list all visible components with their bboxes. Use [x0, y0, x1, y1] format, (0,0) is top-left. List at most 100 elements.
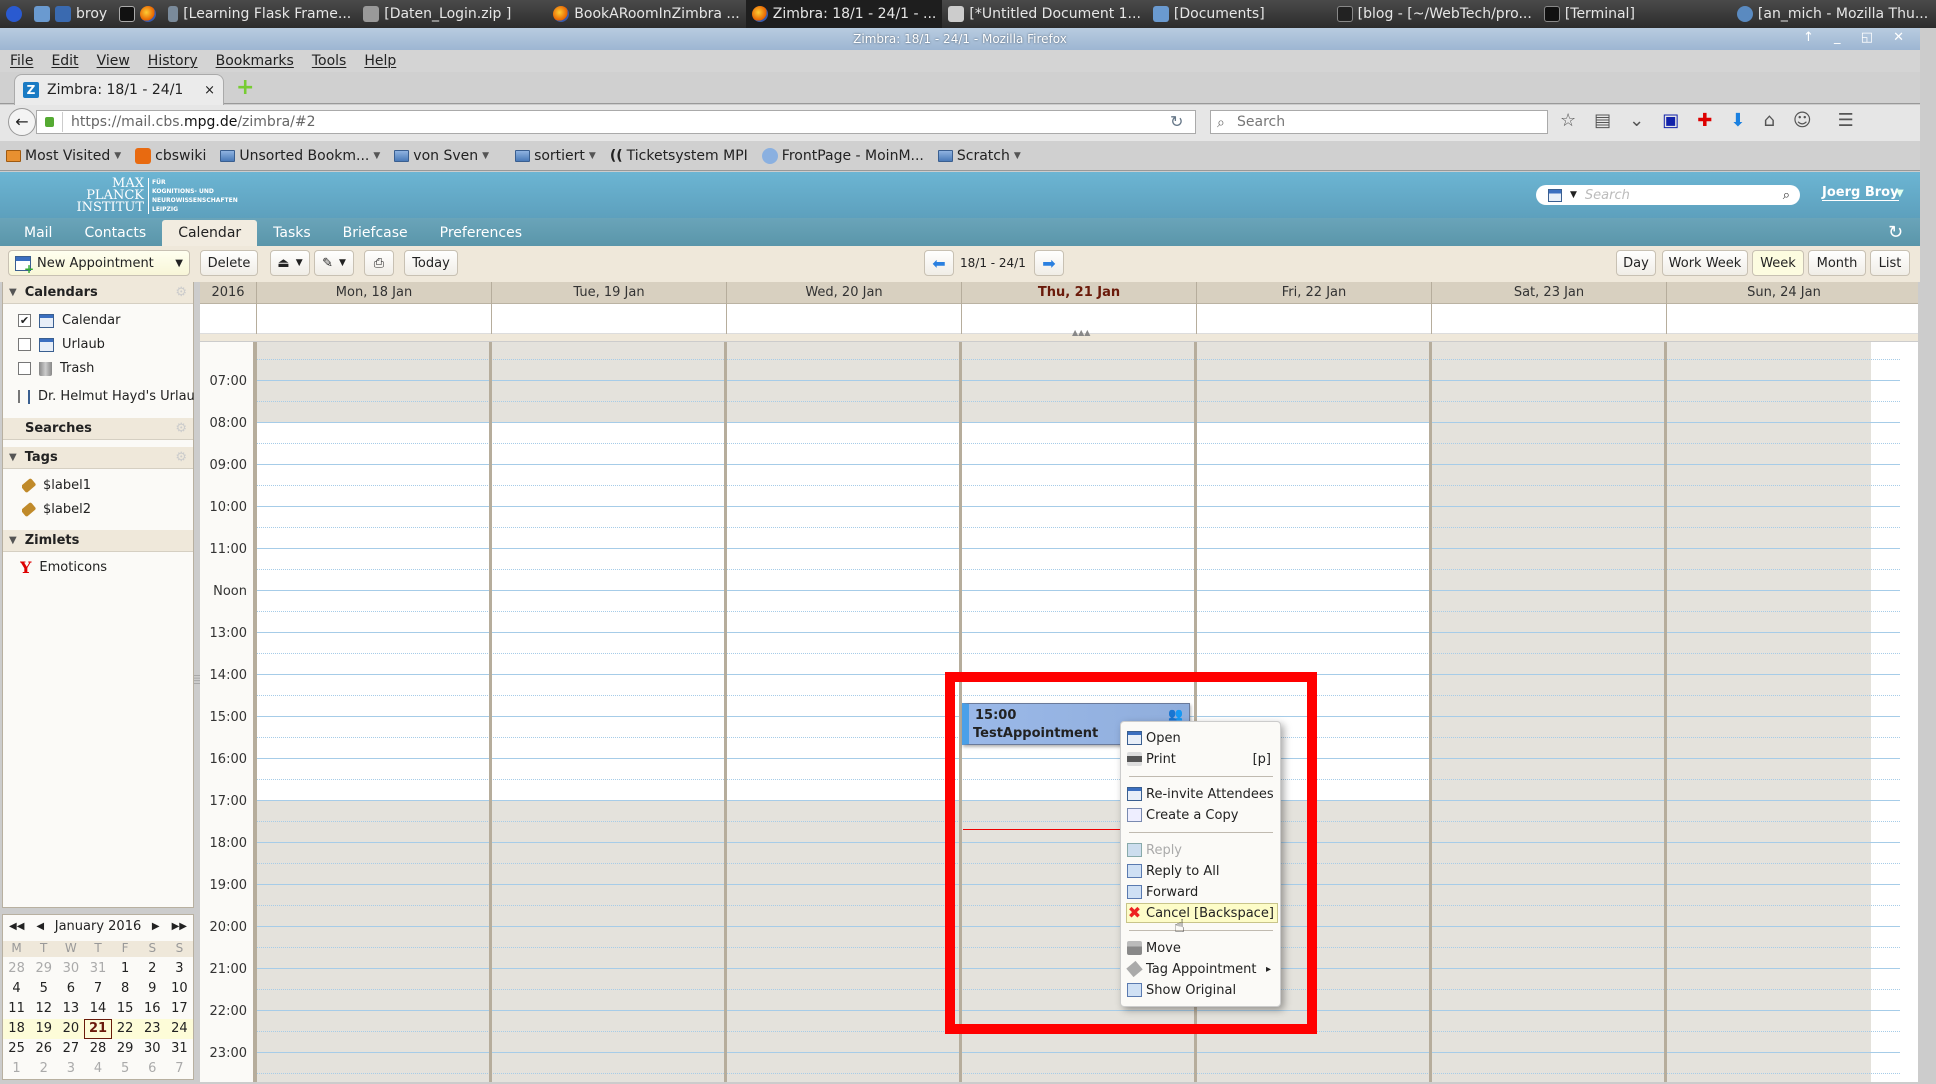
mini-calendar-day[interactable]: 1: [112, 959, 139, 979]
view-work-week-button[interactable]: Work Week: [1662, 250, 1748, 276]
day-column[interactable]: [489, 342, 724, 1082]
menu-item-reinvite[interactable]: Re-invite Attendees: [1127, 784, 1275, 804]
zimbra-search-input[interactable]: ▼ Search ⌕: [1536, 185, 1800, 205]
prev-year-icon[interactable]: ◀◀: [3, 921, 30, 932]
menu-view[interactable]: View: [97, 53, 130, 69]
mini-calendar-day[interactable]: 5: [30, 979, 57, 999]
tag-button[interactable]: ✎ ▼: [314, 250, 354, 276]
mini-calendar-day[interactable]: 22: [111, 1019, 139, 1039]
menu-file[interactable]: File: [10, 53, 33, 69]
mini-calendar-day[interactable]: 18: [3, 1019, 31, 1039]
menu-item-tag-appointment[interactable]: Tag Appointment ▸: [1126, 959, 1275, 979]
taskbar-item-active[interactable]: Zimbra: 18/1 - 24/1 - ...: [745, 0, 943, 28]
all-day-cell[interactable]: [256, 304, 491, 334]
menu-item-reply-all[interactable]: Reply to All: [1127, 861, 1275, 881]
mini-calendar-day[interactable]: 16: [139, 999, 166, 1019]
mini-calendar-day[interactable]: 31: [166, 1039, 193, 1059]
mini-calendar-day[interactable]: 21: [84, 1019, 112, 1039]
mini-calendar-day[interactable]: 30: [139, 1039, 166, 1059]
checkbox[interactable]: [18, 362, 31, 375]
delete-button[interactable]: Delete: [200, 250, 258, 276]
checkbox-checked[interactable]: ✔: [18, 314, 31, 327]
print-button[interactable]: ⎙: [364, 250, 394, 276]
zimlets-section-header[interactable]: ▼ Zimlets: [3, 530, 193, 552]
new-tab-button[interactable]: +: [236, 77, 254, 99]
mini-calendar-day[interactable]: 27: [57, 1039, 84, 1059]
day-column[interactable]: [724, 342, 959, 1082]
taskbar-item[interactable]: [Documents]: [1147, 0, 1271, 28]
checkbox[interactable]: [18, 338, 31, 351]
menu-item-cancel[interactable]: ✖ Cancel [Backspace]: [1126, 903, 1278, 923]
mini-calendar-day[interactable]: 14: [84, 999, 111, 1019]
mini-calendar-day[interactable]: 26: [30, 1039, 57, 1059]
pocket-icon[interactable]: ⌄: [1629, 110, 1644, 131]
calendar-item-shared[interactable]: Dr. Helmut Hayd's Urlaub: [18, 389, 194, 404]
mini-calendar-day[interactable]: 13: [57, 999, 84, 1019]
mini-calendar-day[interactable]: 23: [138, 1019, 166, 1039]
menu-item-show-original[interactable]: Show Original: [1127, 980, 1275, 1000]
tag-item[interactable]: $label2: [22, 502, 202, 517]
day-column[interactable]: [1664, 342, 1899, 1082]
chat-icon[interactable]: ☺: [1793, 110, 1812, 131]
mini-calendar-day[interactable]: 6: [139, 1059, 166, 1079]
view-list-button[interactable]: List: [1870, 250, 1910, 276]
tab-tasks[interactable]: Tasks: [257, 220, 327, 246]
mini-calendar-day[interactable]: 4: [3, 979, 30, 999]
next-month-icon[interactable]: ▶: [146, 921, 166, 932]
mini-calendar-day[interactable]: 20: [57, 1019, 85, 1039]
taskbar-item[interactable]: [*Untitled Document 1...: [942, 0, 1147, 28]
next-week-button[interactable]: ➡: [1034, 250, 1064, 276]
menu-history[interactable]: History: [148, 53, 198, 69]
calendar-item-urlaub[interactable]: Urlaub: [18, 337, 198, 352]
today-button[interactable]: Today: [404, 250, 458, 276]
move-button[interactable]: ⏏ ▼: [270, 250, 310, 276]
browser-tab[interactable]: Z Zimbra: 18/1 - 24/1 ×: [14, 74, 224, 105]
new-appointment-button[interactable]: New Appointment ▼: [8, 250, 190, 276]
mini-calendar-day[interactable]: 28: [3, 959, 30, 979]
calendar-item-trash[interactable]: Trash: [18, 361, 198, 376]
all-day-row[interactable]: [200, 304, 1918, 334]
terminal-launcher[interactable]: [113, 0, 162, 28]
mini-calendar-day[interactable]: 12: [30, 999, 57, 1019]
bookmark-sortiert[interactable]: sortiert ▼: [515, 148, 596, 164]
mini-calendar-day[interactable]: 31: [84, 959, 111, 979]
bookmark-most-visited[interactable]: Most Visited ▼: [6, 148, 121, 164]
taskbar-item[interactable]: [Learning Flask Frame...: [162, 0, 357, 28]
mini-calendar-day[interactable]: 9: [139, 979, 166, 999]
taskbar-item[interactable]: [Daten_Login.zip ]: [357, 0, 517, 28]
menu-edit[interactable]: Edit: [51, 53, 78, 69]
day-column[interactable]: [254, 342, 489, 1082]
all-day-sash[interactable]: ▲▲▲: [200, 328, 1918, 342]
bookmark-ticketsystem[interactable]: ((Ticketsystem MPI: [610, 148, 748, 164]
tab-briefcase[interactable]: Briefcase: [327, 220, 424, 246]
chevron-down-icon[interactable]: ▼: [1896, 188, 1904, 199]
menu-tools[interactable]: Tools: [312, 53, 347, 69]
day-header[interactable]: Mon, 18 Jan: [256, 282, 491, 304]
next-year-icon[interactable]: ▶▶: [166, 921, 193, 932]
day-header[interactable]: Fri, 22 Jan: [1196, 282, 1431, 304]
mini-calendar-day[interactable]: 1: [3, 1059, 30, 1079]
tab-close-icon[interactable]: ×: [204, 83, 215, 98]
checkbox[interactable]: [18, 390, 20, 403]
mini-calendar-day[interactable]: 7: [84, 979, 111, 999]
prev-week-button[interactable]: ⬅: [924, 250, 954, 276]
day-header[interactable]: Sun, 24 Jan: [1666, 282, 1901, 304]
tab-contacts[interactable]: Contacts: [68, 220, 162, 246]
view-month-button[interactable]: Month: [1808, 250, 1866, 276]
file-manager-launcher[interactable]: broy: [28, 0, 113, 28]
mini-calendar-day[interactable]: 15: [112, 999, 139, 1019]
tab-preferences[interactable]: Preferences: [424, 220, 538, 246]
hamburger-menu-icon[interactable]: ☰: [1838, 110, 1854, 131]
tag-item[interactable]: $label1: [22, 478, 202, 493]
mini-calendar-day[interactable]: 5: [112, 1059, 139, 1079]
day-header[interactable]: Tue, 19 Jan: [491, 282, 726, 304]
back-button[interactable]: ←: [8, 108, 36, 136]
browser-search-input[interactable]: ⌕ Search: [1210, 110, 1548, 134]
searches-section-header[interactable]: Searches ⚙: [3, 418, 193, 440]
mini-calendar-day[interactable]: 2: [30, 1059, 57, 1079]
chevron-down-icon[interactable]: ▼: [175, 258, 183, 269]
reload-icon[interactable]: ↻: [1170, 112, 1183, 131]
bookmark-scratch[interactable]: Scratch ▼: [937, 148, 1021, 164]
search-icon[interactable]: ⌕: [1783, 188, 1790, 203]
gear-icon[interactable]: ⚙: [175, 285, 187, 300]
